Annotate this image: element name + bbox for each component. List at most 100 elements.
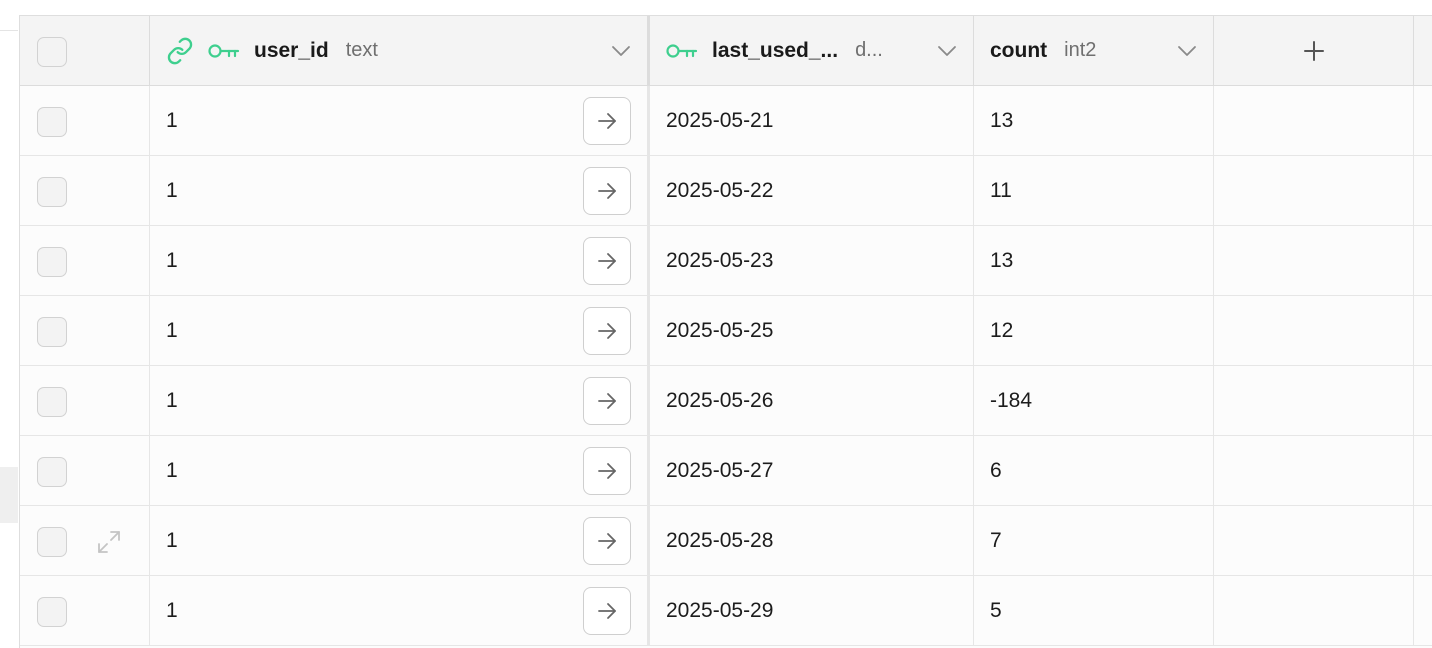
row-select-cell (20, 86, 150, 155)
plus-icon[interactable] (1294, 31, 1334, 71)
data-grid: user_id text last_used_... d... count in… (19, 15, 1432, 648)
cell-count[interactable]: 13 (974, 226, 1214, 295)
cell-user-id[interactable]: 1 (150, 86, 650, 155)
row-filler (1414, 156, 1432, 225)
cell-empty (1214, 506, 1414, 575)
row-select-cell (20, 576, 150, 645)
row-checkbox[interactable] (37, 177, 67, 207)
row-filler (1414, 506, 1432, 575)
row-checkbox[interactable] (37, 387, 67, 417)
table-row: 1 2025-05-26 -184 (20, 366, 1432, 436)
cell-value: 13 (990, 248, 1014, 272)
cell-user-id[interactable]: 1 (150, 366, 650, 435)
table-row: 1 2025-05-23 13 (20, 226, 1432, 296)
arrow-right-icon[interactable] (583, 97, 631, 145)
arrow-right-icon[interactable] (583, 587, 631, 635)
cell-value: 13 (990, 108, 1014, 132)
row-select-cell (20, 156, 150, 225)
key-icon (666, 41, 698, 61)
cell-last-used[interactable]: 2025-05-22 (650, 156, 974, 225)
cell-count[interactable]: 7 (974, 506, 1214, 575)
column-header-count[interactable]: count int2 (974, 16, 1214, 85)
arrow-right-icon[interactable] (583, 307, 631, 355)
cell-empty (1214, 366, 1414, 435)
cell-empty (1214, 156, 1414, 225)
row-checkbox[interactable] (37, 107, 67, 137)
chevron-down-icon[interactable] (611, 45, 631, 57)
cell-user-id[interactable]: 1 (150, 296, 650, 365)
column-type: int2 (1064, 39, 1097, 61)
table-row: 1 2025-05-22 11 (20, 156, 1432, 226)
arrow-right-icon[interactable] (583, 237, 631, 285)
chevron-down-icon[interactable] (937, 45, 957, 57)
cell-user-id[interactable]: 1 (150, 156, 650, 225)
arrow-right-icon[interactable] (583, 517, 631, 565)
select-all-checkbox[interactable] (37, 37, 67, 67)
cell-last-used[interactable]: 2025-05-25 (650, 296, 974, 365)
row-checkbox[interactable] (37, 457, 67, 487)
cell-value: 1 (166, 528, 178, 552)
row-select-cell (20, 366, 150, 435)
arrow-right-icon[interactable] (583, 447, 631, 495)
cell-last-used[interactable]: 2025-05-26 (650, 366, 974, 435)
cell-last-used[interactable]: 2025-05-21 (650, 86, 974, 155)
cell-last-used[interactable]: 2025-05-23 (650, 226, 974, 295)
cell-count[interactable]: 11 (974, 156, 1214, 225)
cell-count[interactable]: -184 (974, 366, 1214, 435)
row-select-cell (20, 506, 150, 575)
row-select-cell (20, 226, 150, 295)
table-row: 1 2025-05-21 13 (20, 86, 1432, 156)
expand-icon[interactable] (96, 529, 122, 555)
header-filler (1414, 16, 1432, 85)
cell-last-used[interactable]: 2025-05-29 (650, 576, 974, 645)
column-header-user-id[interactable]: user_id text (150, 16, 650, 85)
column-type: text (345, 39, 378, 61)
row-filler (1414, 86, 1432, 155)
cell-last-used[interactable]: 2025-05-28 (650, 506, 974, 575)
row-select-cell (20, 296, 150, 365)
cell-value: 1 (166, 248, 178, 272)
sidebar-divider (0, 30, 18, 31)
cell-user-id[interactable]: 1 (150, 226, 650, 295)
cell-value: 2025-05-26 (666, 388, 774, 412)
column-header-last-used[interactable]: last_used_... d... (650, 16, 974, 85)
cell-count[interactable]: 13 (974, 86, 1214, 155)
cell-value: 7 (990, 528, 1002, 552)
cell-value: 6 (990, 458, 1002, 482)
row-checkbox[interactable] (37, 597, 67, 627)
cell-user-id[interactable]: 1 (150, 506, 650, 575)
cell-last-used[interactable]: 2025-05-27 (650, 436, 974, 505)
cell-user-id[interactable]: 1 (150, 436, 650, 505)
cell-value: 1 (166, 318, 178, 342)
row-checkbox[interactable] (37, 247, 67, 277)
cell-value: 1 (166, 598, 178, 622)
cell-value: -184 (990, 388, 1033, 412)
select-all-cell (20, 16, 150, 85)
cell-value: 2025-05-22 (666, 178, 774, 202)
cell-value: 1 (166, 178, 178, 202)
cell-empty (1214, 226, 1414, 295)
cell-value: 12 (990, 318, 1014, 342)
cell-count[interactable]: 6 (974, 436, 1214, 505)
arrow-right-icon[interactable] (583, 377, 631, 425)
cell-count[interactable]: 12 (974, 296, 1214, 365)
table-row: 1 2025-05-28 7 (20, 506, 1432, 576)
table-row: 1 2025-05-29 5 (20, 576, 1432, 646)
cell-value: 1 (166, 108, 178, 132)
add-column-cell (1214, 16, 1414, 85)
sidebar-edge (0, 467, 18, 523)
row-checkbox[interactable] (37, 527, 67, 557)
column-name: count (990, 38, 1048, 62)
column-name: last_used_... (712, 38, 839, 62)
row-filler (1414, 366, 1432, 435)
row-filler (1414, 296, 1432, 365)
chevron-down-icon[interactable] (1177, 45, 1197, 57)
cell-empty (1214, 296, 1414, 365)
cell-user-id[interactable]: 1 (150, 576, 650, 645)
cell-value: 2025-05-21 (666, 108, 774, 132)
cell-value: 2025-05-29 (666, 598, 774, 622)
row-checkbox[interactable] (37, 317, 67, 347)
row-filler (1414, 576, 1432, 645)
arrow-right-icon[interactable] (583, 167, 631, 215)
cell-count[interactable]: 5 (974, 576, 1214, 645)
